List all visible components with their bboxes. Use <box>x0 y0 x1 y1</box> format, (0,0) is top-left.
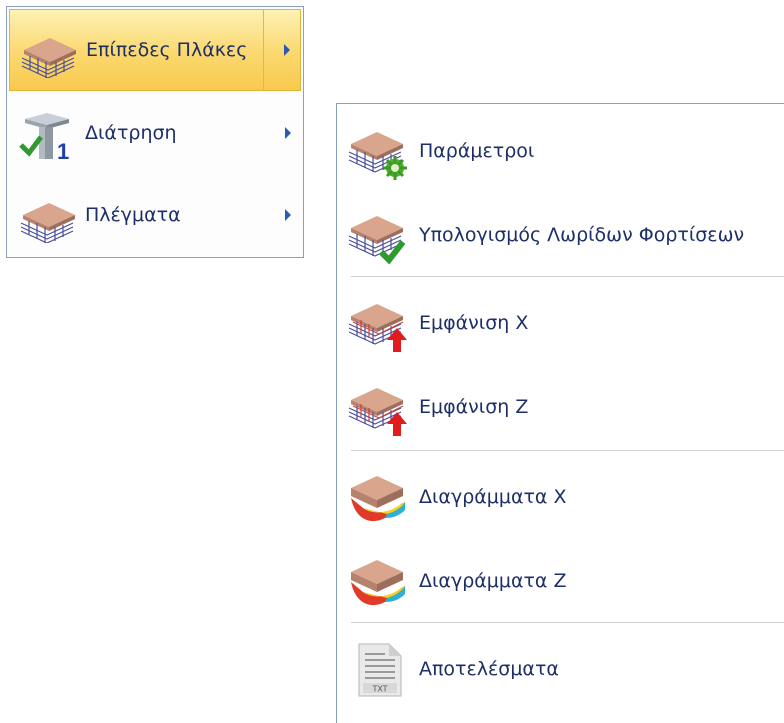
submenu-item-label: Διαγράμματα X <box>419 486 567 508</box>
submenu-item-label: Εμφάνιση X <box>419 312 529 334</box>
menu-item-meshes[interactable]: Πλέγματα <box>9 175 301 257</box>
submenu-item-parameters[interactable]: Παράμετροι <box>337 108 784 194</box>
slab-check-icon <box>348 215 406 264</box>
menu-separator <box>351 450 784 451</box>
submenu-arrow-icon <box>285 127 291 139</box>
column-punching-icon: 1 <box>19 113 69 161</box>
slab-mesh-icon <box>20 202 76 243</box>
submenu-item-show-z[interactable]: Εμφάνιση Z <box>337 364 784 450</box>
split-divider <box>263 10 264 90</box>
menu-separator <box>351 622 784 623</box>
submenu-item-label: Αποτελέσματα <box>419 658 559 680</box>
slab-red-arrow-icon <box>348 387 407 436</box>
submenu-item-results[interactable]: TXT Αποτελέσματα <box>337 626 784 712</box>
slab-diagram-icon <box>351 560 405 606</box>
submenu: Παράμετροι Υπολογισμός Λωρίδων Φορτίσεων… <box>336 103 784 723</box>
slab-diagram-icon <box>351 476 405 522</box>
submenu-item-label: Παράμετροι <box>419 140 535 162</box>
menu-item-label: Επίπεδες Πλάκες <box>86 39 248 61</box>
menu-item-flat-slabs[interactable]: Επίπεδες Πλάκες <box>9 9 301 91</box>
menu-item-label: Πλέγματα <box>85 204 181 226</box>
svg-text:TXT: TXT <box>371 685 387 694</box>
slab-mesh-icon <box>21 37 77 78</box>
menu-item-punching[interactable]: 1 Διάτρηση <box>9 93 301 175</box>
submenu-item-label: Υπολογισμός Λωρίδων Φορτίσεων <box>419 224 745 246</box>
main-menu: Επίπεδες Πλάκες 1 Διάτρηση Πλέγματα <box>6 6 304 258</box>
submenu-item-diagrams-z[interactable]: Διαγράμματα Z <box>337 538 784 624</box>
submenu-item-diagrams-x[interactable]: Διαγράμματα X <box>337 454 784 540</box>
slab-settings-icon <box>348 131 407 180</box>
menu-item-label: Διάτρηση <box>85 122 177 144</box>
txt-document-icon: TXT <box>358 643 402 697</box>
submenu-arrow-icon <box>284 44 290 56</box>
slab-red-arrow-icon <box>348 303 407 352</box>
submenu-item-label: Εμφάνιση Z <box>419 396 529 418</box>
submenu-item-show-x[interactable]: Εμφάνιση X <box>337 280 784 366</box>
svg-text:1: 1 <box>57 139 69 161</box>
submenu-arrow-icon <box>285 209 291 221</box>
submenu-item-label: Διαγράμματα Z <box>419 570 567 592</box>
submenu-item-load-strips[interactable]: Υπολογισμός Λωρίδων Φορτίσεων <box>337 192 784 278</box>
menu-separator <box>351 276 784 277</box>
